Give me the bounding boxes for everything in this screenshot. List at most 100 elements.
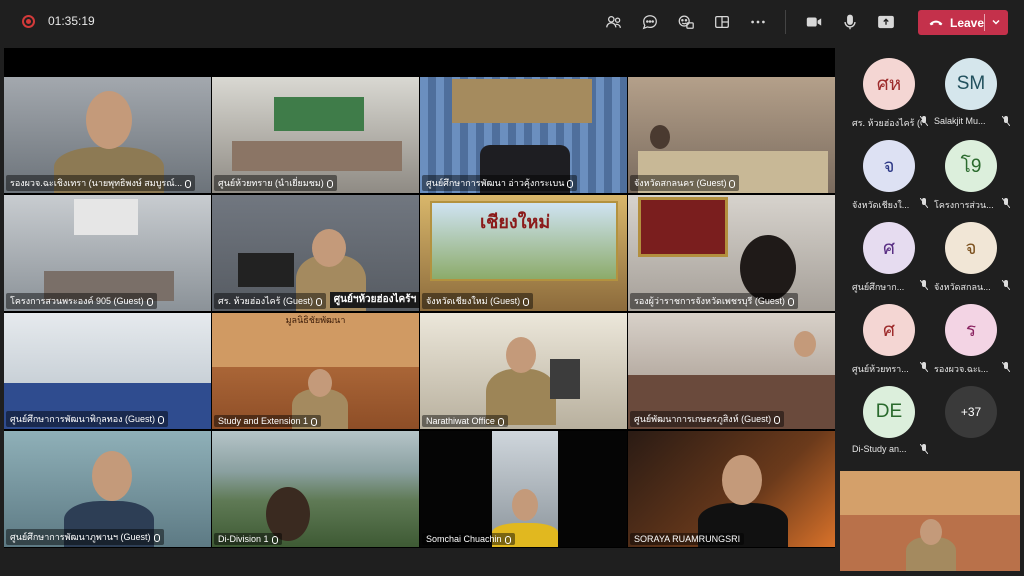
mic-off-icon [920,444,928,454]
video-tile[interactable]: ศูนย์ศึกษาการพัฒนา อ่าวคุ้งกระเบน [420,77,627,193]
participant-item[interactable]: ศ ศูนย์ห้วยทรา... [840,294,930,374]
mic-off-icon [1002,362,1010,372]
more-participants-button[interactable]: +37 [945,386,997,438]
mic-icon [185,179,192,188]
mic-icon [774,415,781,424]
avatar: ศห [863,58,915,110]
person-head [794,331,816,357]
video-tile[interactable]: รองผู้ว่าราชการจังหวัดเพชรบุรี (Guest) [628,195,835,311]
avatar: ศ [863,222,915,274]
person-head [92,451,132,501]
video-tile[interactable]: รองผวจ.ฉะเชิงเทรา (นายพุทธิพงษ์ สมบูรณ์.… [4,77,211,193]
participant-name-label: ศูนย์ศึกษาการพัฒนา อ่าวคุ้งกระเบน [422,175,578,191]
banner-sign: ศูนย์ฯห้วยฮ่องไคร้ฯ [330,292,419,308]
wall-portrait [638,197,728,257]
mic-icon [158,415,165,424]
participant-item[interactable]: ร รองผวจ.ฉะเ... [922,294,1012,374]
video-tile[interactable]: ศูนย์ศึกษาการพัฒนาพิกุลทอง (Guest) [4,313,211,429]
participant-name-label: ศร. ห้วยฮ่องไคร้ (Guest) [214,293,326,309]
participant-name-label: Narathiwat Office [422,415,508,427]
participant-name-label: โครงการสวนพระองค์ 905 (Guest) [6,293,157,309]
mic-icon [146,297,153,306]
participant-item[interactable]: จ จังหวัดสกลน... [922,212,1012,292]
avatar: จ [863,140,915,192]
participant-item[interactable]: DE Di-Study an... [840,376,930,456]
participant-name-label: จังหวัดเชียงใหม่ (Guest) [422,293,534,309]
participant-name: Salakjit Mu... [934,116,986,126]
mic-off-icon [1002,116,1010,126]
mic-icon [504,535,511,544]
person-head [506,337,536,373]
video-tile[interactable]: Somchai Chuachin [420,431,627,547]
person-head [308,369,332,397]
video-grid: รองผวจ.ฉะเชิงเทรา (นายพุทธิพงษ์ สมบูรณ์.… [2,29,835,547]
video-tile[interactable]: ศูนย์ศึกษาการพัฒนาภูพานฯ (Guest) [4,431,211,547]
avatar: SM [945,58,997,110]
participant-name-label: รองผวจ.ฉะเชิงเทรา (นายพุทธิพงษ์ สมบูรณ์.… [6,175,196,191]
backdrop-banner [840,471,1020,515]
video-tile[interactable]: ศูนย์พัฒนาการเกษตรภูสิงห์ (Guest) [628,313,835,429]
leave-button[interactable]: Leave [918,10,1008,35]
person-head [650,125,670,149]
participant-name: ศร. ห้วยฮ่องไคร้ (G... [852,118,922,128]
participant-name: รองผวจ.ฉะเ... [934,364,989,374]
video-tile[interactable]: Di-Division 1 [212,431,419,547]
avatar: จ [945,222,997,274]
person-head [722,455,762,505]
participant-name: ศูนย์ห้วยทรา... [852,364,909,374]
video-tile[interactable]: เชียงใหม่ จังหวัดเชียงใหม่ (Guest) [420,195,627,311]
participant-item[interactable]: โ9 โครงการส่วน... [922,130,1012,210]
avatar: ร [945,304,997,356]
meeting-table [232,141,402,171]
participant-item[interactable]: จ จังหวัดเชียงใ... [840,130,930,210]
participant-item[interactable]: SM Salakjit Mu... [922,48,1012,128]
video-tile[interactable]: ศูนย์ห้วยทราย (นำเยี่ยมชม) [212,77,419,193]
participant-name: Di-Study an... [852,444,907,454]
mic-icon [787,297,794,306]
meeting-timer: 01:35:19 [48,14,95,28]
mic-icon [271,535,278,544]
mic-icon [153,533,160,542]
mic-icon [311,417,318,426]
recording-icon [22,15,35,28]
participant-name: จังหวัดเชียงใ... [852,200,910,210]
avatar: ศ [863,304,915,356]
mic-icon [316,297,322,306]
avatar: โ9 [945,140,997,192]
participant-item[interactable]: ศห ศร. ห้วยฮ่องไคร้ (G... [840,48,930,128]
participant-name-label: Di-Division 1 [214,533,282,545]
person-head [86,91,132,149]
leave-label: Leave [950,15,985,30]
participant-name: จังหวัดสกลน... [934,282,991,292]
mic-icon [567,179,574,188]
participant-name-label: ศูนย์ศึกษาการพัฒนาภูพานฯ (Guest) [6,529,164,545]
participant-item[interactable]: ศ ศูนย์ศึกษาก... [840,212,930,292]
self-view-video[interactable] [840,471,1020,571]
participant-name-label: Study and Extension 1 [214,415,322,427]
banner-title: เชียงใหม่ [480,212,551,232]
share-screen-icon[interactable] [876,12,896,32]
chevron-down-icon[interactable] [990,16,1002,28]
video-tile[interactable]: จังหวัดสกลนคร (Guest) [628,77,835,193]
video-tile[interactable]: Narathiwat Office [420,313,627,429]
participant-name-label: SORAYA RUAMRUNGSRI [630,533,745,545]
mic-icon [326,179,333,188]
person-head [920,519,942,545]
video-feed [212,431,419,547]
video-tile[interactable]: โครงการสวนพระองค์ 905 (Guest) [4,195,211,311]
participant-name: ศูนย์ศึกษาก... [852,282,905,292]
video-tile[interactable]: ศูนย์ฯห้วยฮ่องไคร้ฯ ศร. ห้วยฮ่องไคร้ (Gu… [212,195,419,311]
participant-name-label: รองผู้ว่าราชการจังหวัดเพชรบุรี (Guest) [630,293,798,309]
participant-name-label: Somchai Chuachin [422,533,515,545]
participant-name-label: ศูนย์ศึกษาการพัฒนาพิกุลทอง (Guest) [6,411,169,427]
safe-cabinet [550,359,580,399]
microphone-icon[interactable] [840,12,860,32]
video-tile[interactable]: SORAYA RUAMRUNGSRI [628,431,835,547]
computer-monitor [238,253,294,287]
participant-name-label: จังหวัดสกลนคร (Guest) [630,175,740,191]
mic-icon [729,179,736,188]
mic-off-icon [1002,280,1010,290]
participant-name-label: ศูนย์พัฒนาการเกษตรภูสิงห์ (Guest) [630,411,785,427]
video-tile[interactable]: มูลนิธิชัยพัฒนา Study and Extension 1 [212,313,419,429]
backdrop-banner: มูลนิธิชัยพัฒนา [212,313,419,367]
